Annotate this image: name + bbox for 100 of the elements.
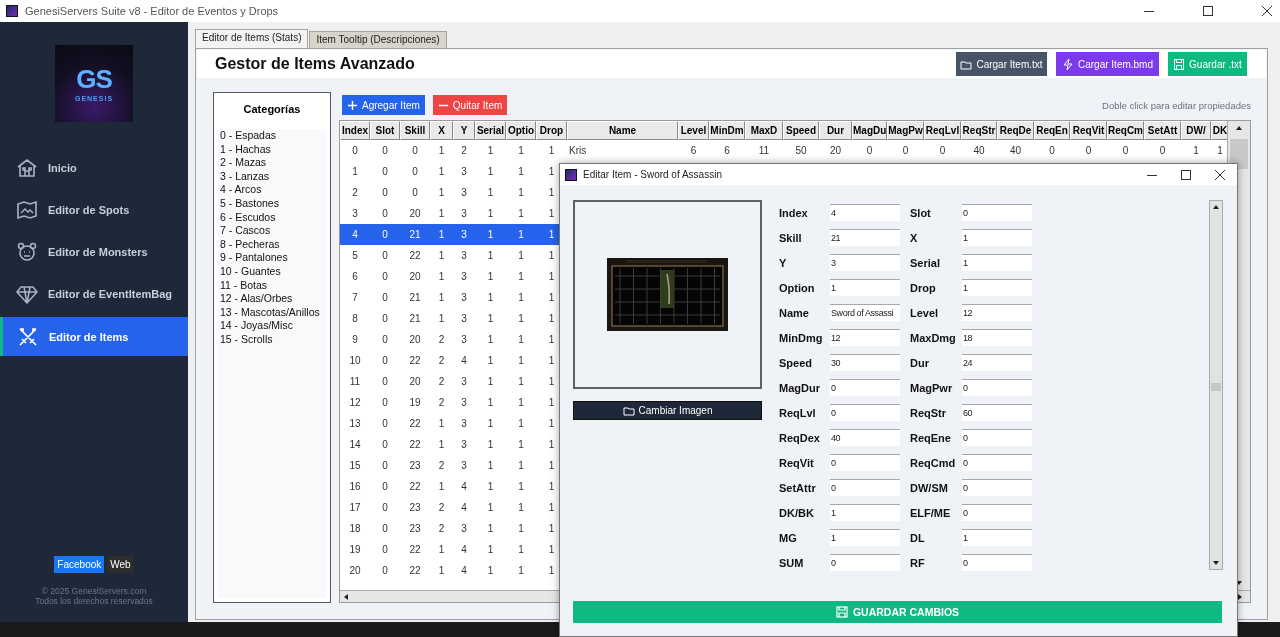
category-item[interactable]: 4 - Arcos	[220, 183, 324, 197]
link-button[interactable]: Facebook	[54, 556, 105, 573]
input-field[interactable]: 30	[830, 354, 900, 371]
input-field[interactable]: 1	[962, 229, 1032, 246]
input-field[interactable]: 40	[830, 429, 900, 446]
maximize-icon[interactable]	[1181, 169, 1191, 180]
page-title: Gestor de Items Avanzado	[215, 55, 415, 73]
column-header[interactable]: Slot	[370, 121, 400, 140]
column-header[interactable]: Serial	[475, 121, 506, 140]
column-header[interactable]: ReqDe	[997, 121, 1034, 140]
column-header[interactable]: ReqStr	[961, 121, 997, 140]
nav-item[interactable]: Editor de EventItemBag	[0, 273, 188, 315]
category-item[interactable]: 9 - Pantalones	[220, 251, 324, 265]
column-header[interactable]: Speed	[783, 121, 819, 140]
column-header[interactable]: Index	[340, 121, 370, 140]
input-field[interactable]: 24	[962, 354, 1032, 371]
table-cell-text: 3	[351, 207, 359, 221]
input-field[interactable]: 4	[830, 204, 900, 221]
column-header[interactable]: MinDm	[709, 121, 745, 140]
column-header[interactable]: MagPw	[887, 121, 924, 140]
table-cell-text: 1	[437, 438, 446, 452]
table-cell-text: 1	[517, 291, 525, 305]
input-field[interactable]: 60	[962, 404, 1032, 421]
nav-item[interactable]: Inicio	[0, 147, 188, 189]
input-field[interactable]: Sword of Assassi	[830, 304, 900, 321]
column-header[interactable]: Skill	[400, 121, 430, 140]
input-field[interactable]: 1	[962, 254, 1032, 271]
category-item[interactable]: 6 - Escudos	[220, 210, 324, 225]
column-header[interactable]: ReqLvl	[924, 121, 961, 140]
close-icon[interactable]	[1262, 6, 1272, 16]
input-field[interactable]: 18	[962, 329, 1032, 346]
category-item[interactable]: 10 - Guantes	[220, 264, 324, 279]
category-item[interactable]: 13 - Mascotas/Anillos	[220, 305, 324, 320]
column-header[interactable]: Name	[567, 121, 678, 140]
input-field[interactable]: 0	[962, 429, 1032, 446]
input-field[interactable]: 12	[962, 304, 1032, 321]
table-cell-text: 1	[486, 165, 495, 179]
toolbar-button[interactable]: Cargar Item.txt	[956, 52, 1047, 76]
category-item[interactable]: 5 - Bastones	[220, 196, 324, 211]
category-item[interactable]: 2 - Mazas	[220, 156, 324, 170]
column-header[interactable]: Drop	[536, 121, 567, 140]
column-header[interactable]: ReqEn	[1034, 121, 1070, 140]
nav-item[interactable]: Editor de Items	[0, 317, 188, 356]
input-field[interactable]: 0	[962, 379, 1032, 396]
input-field[interactable]: 0	[962, 504, 1032, 521]
column-header[interactable]: SetAtt	[1144, 121, 1181, 140]
action-button[interactable]: Agregar Item	[342, 95, 425, 115]
column-header[interactable]: MagDu	[852, 121, 887, 140]
input-field[interactable]: 0	[830, 404, 900, 421]
table-cell-text: 1	[486, 522, 495, 536]
column-header[interactable]: Y	[453, 121, 475, 140]
category-item[interactable]: 14 - Joyas/Misc	[220, 319, 324, 333]
category-item[interactable]: 12 - Alas/Orbes	[220, 292, 324, 306]
link-button[interactable]: Web	[107, 556, 134, 573]
close-icon[interactable]	[1215, 169, 1225, 180]
column-header[interactable]: DW/	[1181, 121, 1211, 140]
table-cell-text: 3	[460, 249, 468, 263]
input-field[interactable]: 0	[830, 454, 900, 471]
category-item[interactable]: 8 - Pecheras	[220, 237, 324, 252]
column-header[interactable]: X	[430, 121, 453, 140]
column-header[interactable]: ReqVit	[1070, 121, 1107, 140]
category-item[interactable]: 7 - Cascos	[220, 224, 324, 238]
column-header[interactable]: MaxD	[745, 121, 783, 140]
table-cell-text: 1	[486, 249, 495, 263]
maximize-icon[interactable]	[1203, 6, 1213, 16]
toolbar-button[interactable]: Cargar Item.bmd	[1056, 52, 1159, 76]
input-field[interactable]: 0	[830, 479, 900, 496]
column-header[interactable]: ReqCm	[1107, 121, 1144, 140]
tab[interactable]: Editor de Items (Stats)	[195, 29, 309, 48]
input-field[interactable]: 0	[830, 379, 900, 396]
category-item[interactable]: 11 - Botas	[220, 278, 324, 293]
category-item[interactable]: 15 - Scrolls	[220, 332, 324, 347]
column-header[interactable]: Dur	[819, 121, 852, 140]
input-field[interactable]: 0	[962, 479, 1032, 496]
nav-item[interactable]: Editor de Spots	[0, 189, 188, 231]
input-field[interactable]: 0	[830, 554, 900, 571]
input-field[interactable]: 0	[962, 554, 1032, 571]
change-image-button[interactable]: Cambiar Imagen	[573, 401, 762, 420]
input-field[interactable]: 1	[962, 279, 1032, 296]
input-field[interactable]: 1	[830, 504, 900, 521]
input-field[interactable]: 0	[962, 454, 1032, 471]
field-label: Speed	[779, 356, 813, 369]
column-header[interactable]: Optio	[506, 121, 536, 140]
input-field[interactable]: 1	[830, 529, 900, 546]
table-row[interactable]: 0 0 0 1 2 1 1 1 Kris 6 6 11 50 20 0 0 0 40 40 0 0 0 0 1 1	[340, 140, 1227, 161]
input-field[interactable]: 1	[830, 279, 900, 296]
input-field[interactable]: 12	[830, 329, 900, 346]
input-field[interactable]: 3	[830, 254, 900, 271]
nav-item[interactable]: Editor de Monsters	[0, 231, 188, 273]
input-field[interactable]: 0	[962, 204, 1032, 221]
category-item[interactable]: 3 - Lanzas	[220, 169, 324, 184]
input-field[interactable]: 1	[962, 529, 1032, 546]
input-field[interactable]: 21	[830, 229, 900, 246]
column-header[interactable]: DK	[1211, 121, 1227, 140]
scrollbar[interactable]	[1209, 200, 1223, 570]
category-item[interactable]: 0 - Espadas	[220, 129, 324, 143]
category-item[interactable]: 1 - Hachas	[220, 142, 324, 157]
action-button[interactable]: Quitar Item	[432, 95, 508, 115]
column-header[interactable]: Level	[678, 121, 709, 140]
tab[interactable]: Item Tooltip (Descripciones)	[309, 31, 447, 48]
